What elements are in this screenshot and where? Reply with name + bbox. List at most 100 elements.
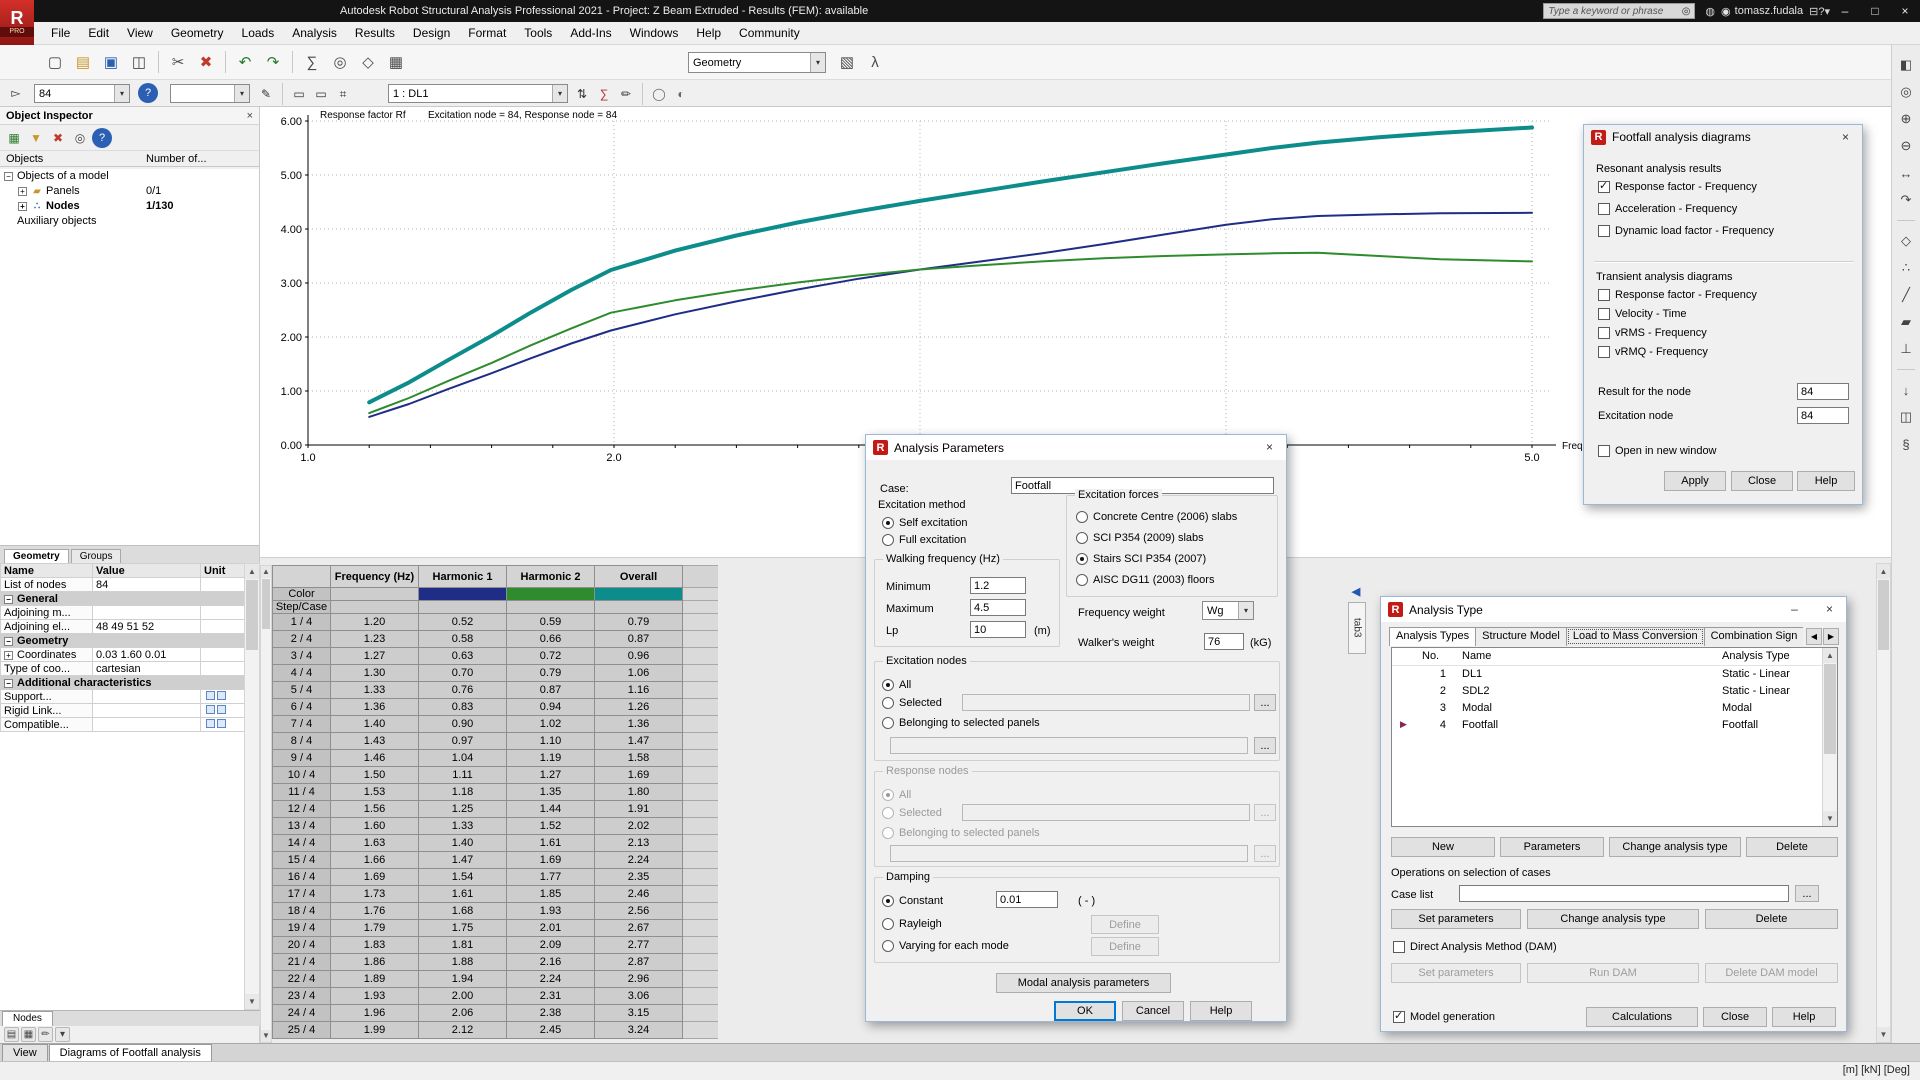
edit-case-icon[interactable]: ✏ xyxy=(616,84,636,104)
close-icon[interactable]: × xyxy=(1890,0,1920,22)
excitation-nodes-selected-option[interactable]: Selected xyxy=(882,697,942,709)
analysis-cases-list[interactable]: No.NameAnalysis Type 1DL1Static - Linear… xyxy=(1391,647,1838,827)
menu-results[interactable]: Results xyxy=(346,22,404,45)
help-button[interactable]: Help xyxy=(1772,1007,1836,1027)
minimum-field[interactable]: 1.2 xyxy=(970,577,1026,594)
damping-constant-option[interactable]: Constant xyxy=(882,895,943,907)
open-new-window-option[interactable]: Open in new window xyxy=(1598,445,1717,457)
dropdown-icon[interactable]: ▾ xyxy=(552,85,567,102)
excitation-force-radio-aisc-dg11-2003-floors[interactable] xyxy=(1076,574,1088,586)
save-list-icon[interactable]: ▦ xyxy=(4,128,24,148)
maximize-icon[interactable]: □ xyxy=(1860,0,1890,22)
excitation-method-radio-self-excitation[interactable] xyxy=(882,517,894,529)
view-display-icon[interactable]: ◧ xyxy=(1894,53,1918,77)
table-row[interactable]: 13 / 41.601.331.522.02 xyxy=(273,818,719,835)
table-row[interactable]: 9 / 41.461.041.191.58 xyxy=(273,750,719,767)
transient-checkbox-vrmq-frequency[interactable] xyxy=(1598,346,1610,358)
analysis-list-scrollbar[interactable]: ▲ ▼ xyxy=(1822,648,1837,826)
menu-windows[interactable]: Windows xyxy=(621,22,688,45)
nodes-tab[interactable]: Nodes xyxy=(2,1011,53,1026)
table-row[interactable]: 24 / 41.962.062.383.15 xyxy=(273,1005,719,1022)
property-value[interactable] xyxy=(93,704,201,718)
mode-a-icon[interactable]: ◯ xyxy=(649,84,669,104)
analysis-case-row-sdl2[interactable]: 2SDL2Static - Linear xyxy=(1392,683,1837,700)
redo-icon[interactable]: ↷ xyxy=(260,49,286,75)
panel-titlebar[interactable]: R Footfall analysis diagrams × xyxy=(1584,125,1862,149)
display-attributes-icon[interactable]: § xyxy=(1894,432,1918,456)
loads-icon[interactable]: ↓ xyxy=(1894,378,1918,402)
close-button[interactable]: Close xyxy=(1731,471,1793,491)
menu-edit[interactable]: Edit xyxy=(79,22,118,45)
property-row-geometry[interactable]: −Geometry xyxy=(1,634,245,648)
user-account[interactable]: ◉ tomasz.fudala xyxy=(1721,5,1803,18)
menu-file[interactable]: File xyxy=(42,22,79,45)
notification-icon[interactable]: ◍ xyxy=(1705,6,1715,18)
objects-icon[interactable]: λ xyxy=(862,49,888,75)
set-parameters-button[interactable]: Set parameters xyxy=(1391,909,1521,929)
tab-combination-sign[interactable]: Combination Sign xyxy=(1704,627,1803,646)
dropdown-icon[interactable]: ▾ xyxy=(114,85,129,102)
excitation-nodes-panels-option[interactable]: Belonging to selected panels xyxy=(882,717,1040,729)
resonant-checkbox-dynamic-load-factor-frequency[interactable] xyxy=(1598,225,1610,237)
damping-rayleigh-option[interactable]: Rayleigh xyxy=(882,918,942,930)
side-tab3[interactable]: tab3 xyxy=(1348,602,1366,654)
selection-select[interactable]: ▾ xyxy=(170,84,250,103)
menu-view[interactable]: View xyxy=(118,22,162,45)
resonant-option-acceleration-frequency[interactable]: Acceleration - Frequency xyxy=(1598,203,1737,215)
zoom-icon[interactable]: ◎ xyxy=(327,49,353,75)
excitation-selected-more-button[interactable]: ... xyxy=(1254,694,1276,711)
excitation-method-option-self-excitation[interactable]: Self excitation xyxy=(882,517,967,529)
table-row[interactable]: 4 / 41.300.700.791.06 xyxy=(273,665,719,682)
view-3d-icon[interactable]: ◇ xyxy=(355,49,381,75)
resonant-checkbox-response-factor-frequency[interactable]: ✓ xyxy=(1598,181,1610,193)
property-action-icon[interactable] xyxy=(217,719,226,728)
excitation-force-option-sci-p354-2009-slabs[interactable]: SCI P354 (2009) slabs xyxy=(1076,532,1204,544)
property-value[interactable]: 84 xyxy=(93,578,201,592)
ok-button[interactable]: OK xyxy=(1054,1001,1116,1021)
nodes-icon[interactable]: ∴ xyxy=(1894,256,1918,280)
resonant-option-response-factor-frequency[interactable]: ✓Response factor - Frequency xyxy=(1598,181,1757,193)
frame-view-icon[interactable]: ▭ xyxy=(289,84,309,104)
tab-load-to-mass-conversion[interactable]: Load to Mass Conversion xyxy=(1566,627,1705,646)
scrollbar-thumb[interactable] xyxy=(262,579,270,629)
parameters-button[interactable]: Parameters xyxy=(1500,837,1604,857)
results-scrollbar[interactable]: ▲ ▼ xyxy=(1876,563,1891,1043)
scroll-down-icon[interactable]: ▼ xyxy=(1823,811,1837,826)
dropdown-icon[interactable]: ▾ xyxy=(810,53,825,72)
bars-icon[interactable]: ╱ xyxy=(1894,283,1918,307)
scroll-up-icon[interactable]: ▲ xyxy=(245,564,259,579)
excitation-nodes-all-option[interactable]: All xyxy=(882,679,911,691)
scrollbar-thumb[interactable] xyxy=(246,580,258,650)
quick-help-icon[interactable]: ? xyxy=(138,83,158,103)
sections-icon[interactable]: ◫ xyxy=(1894,405,1918,429)
property-action-icon[interactable] xyxy=(206,705,215,714)
open-new-window-checkbox[interactable] xyxy=(1598,445,1610,457)
excitation-force-option-aisc-dg11-2003-floors[interactable]: AISC DG11 (2003) floors xyxy=(1076,574,1214,586)
scroll-up-icon[interactable]: ▲ xyxy=(1823,648,1837,663)
minimize-icon[interactable]: – xyxy=(1830,0,1860,22)
table-row[interactable]: 25 / 41.992.122.453.24 xyxy=(273,1022,719,1039)
print-icon[interactable]: ◫ xyxy=(126,49,152,75)
damping-varying-option[interactable]: Varying for each mode xyxy=(882,940,1009,952)
analysis-case-row-dl1[interactable]: 1DL1Static - Linear xyxy=(1392,666,1837,683)
menu-add-ins[interactable]: Add-Ins xyxy=(561,22,620,45)
mode-b-icon[interactable]: ◐ xyxy=(671,84,691,104)
dropdown-icon[interactable]: ▾ xyxy=(234,85,249,102)
scroll-up-icon[interactable]: ▲ xyxy=(1877,564,1890,579)
property-row-additional-characteristics[interactable]: −Additional characteristics xyxy=(1,676,245,690)
scroll-down-icon[interactable]: ▼ xyxy=(245,994,259,1009)
property-action-icon[interactable] xyxy=(206,691,215,700)
property-row-rigid-link[interactable]: Rigid Link... xyxy=(1,704,245,718)
table-row[interactable]: 16 / 41.691.541.772.35 xyxy=(273,869,719,886)
tree-expander-icon[interactable]: + xyxy=(18,202,27,211)
property-value[interactable] xyxy=(93,718,201,732)
menu-community[interactable]: Community xyxy=(730,22,809,45)
excitation-method-option-full-excitation[interactable]: Full excitation xyxy=(882,534,966,546)
grid-icon[interactable]: ▦ xyxy=(383,49,409,75)
open-project-icon[interactable]: ▤ xyxy=(70,49,96,75)
walker-weight-field[interactable]: 76 xyxy=(1204,633,1244,650)
excitation-force-radio-sci-p354-2009-slabs[interactable] xyxy=(1076,532,1088,544)
cart-icon[interactable]: ⊟ xyxy=(1809,6,1818,18)
load-case-select[interactable]: 1 : DL1 ▾ xyxy=(388,84,568,103)
cancel-button[interactable]: Cancel xyxy=(1122,1001,1184,1021)
